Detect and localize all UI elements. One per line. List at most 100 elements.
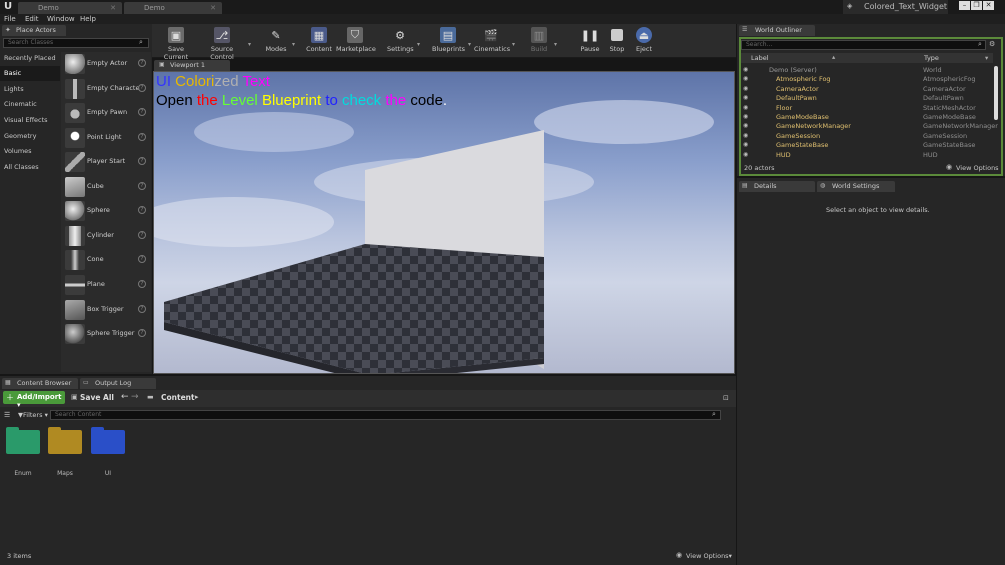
help-icon[interactable]: ? — [138, 305, 146, 313]
tab-world-settings[interactable]: World Settings — [817, 181, 895, 192]
outliner-view-options[interactable]: View Options — [956, 164, 999, 172]
settings-button[interactable]: ⚙ Settings ▾ — [387, 27, 420, 57]
save-current-button[interactable]: ▣ Save Current — [157, 27, 195, 61]
actor-item[interactable]: Cube? — [61, 175, 151, 199]
tab-content-browser[interactable]: Content Browser — [2, 378, 78, 389]
forward-arrow-icon[interactable]: → — [131, 392, 139, 402]
category-lights[interactable]: Lights — [0, 82, 60, 97]
content-button[interactable]: ▦ Content — [306, 27, 332, 57]
category-visual-effects[interactable]: Visual Effects — [0, 113, 60, 128]
search-classes-input[interactable]: Search Classes — [3, 38, 149, 48]
eye-icon[interactable]: ◉ — [743, 104, 748, 111]
level-viewport[interactable]: UI Colorized Text Open the Level Bluepri… — [153, 71, 735, 374]
eye-icon[interactable]: ◉ — [743, 151, 748, 158]
actor-item[interactable]: Player Start? — [61, 150, 151, 174]
view-settings-icon[interactable]: ⚙ — [989, 40, 995, 48]
outliner-row[interactable]: ◉ DefaultPawn DefaultPawn — [741, 94, 993, 103]
eye-icon[interactable]: ◉ — [743, 141, 748, 148]
chevron-down-icon[interactable]: ▾ — [417, 41, 420, 48]
content-view-options[interactable]: View Options▾ — [686, 552, 732, 560]
actor-item[interactable]: Plane? — [61, 273, 151, 297]
outliner-row[interactable]: ◉ HUD HUD — [741, 151, 993, 160]
category-recently-placed[interactable]: Recently Placed — [0, 51, 60, 66]
chevron-down-icon[interactable]: ▾ — [248, 41, 251, 48]
help-icon[interactable]: ? — [138, 108, 146, 116]
category-all-classes[interactable]: All Classes — [0, 160, 60, 175]
save-all-button[interactable]: Save All — [80, 393, 114, 402]
category-volumes[interactable]: Volumes — [0, 144, 60, 159]
eye-icon[interactable]: ◉ — [743, 122, 748, 129]
chevron-down-icon[interactable]: ▾ — [292, 41, 295, 48]
chevron-down-icon[interactable]: ▾ — [512, 41, 515, 48]
menu-help[interactable]: Help — [80, 15, 96, 23]
maximize-button[interactable]: ❐ — [971, 1, 982, 10]
help-icon[interactable]: ? — [138, 206, 146, 214]
actor-item[interactable]: Cylinder? — [61, 224, 151, 248]
help-icon[interactable]: ? — [138, 255, 146, 263]
folder-ui[interactable] — [91, 427, 125, 454]
chevron-right-icon[interactable]: ▸ — [195, 393, 199, 401]
modes-button[interactable]: ✎ Modes ▾ — [264, 27, 295, 57]
tab-demo-1[interactable]: Demo ✕ — [18, 2, 122, 14]
outliner-row[interactable]: ◉ GameModeBase GameModeBase — [741, 113, 993, 122]
outliner-scrollbar[interactable] — [994, 66, 998, 120]
actor-item[interactable]: Empty Characte? — [61, 77, 151, 101]
actor-item[interactable]: Empty Pawn? — [61, 101, 151, 125]
tab-viewport-1[interactable]: Viewport 1 — [154, 60, 230, 71]
help-icon[interactable]: ? — [138, 280, 146, 288]
close-icon[interactable]: ✕ — [110, 4, 116, 12]
menu-edit[interactable]: Edit — [25, 15, 39, 23]
outliner-row[interactable]: ◉ CameraActor CameraActor — [741, 85, 993, 94]
outliner-row[interactable]: ◉ Demo (Server) World — [741, 66, 993, 75]
chevron-down-icon[interactable]: ▾ — [985, 54, 988, 62]
close-icon[interactable]: ✕ — [210, 4, 216, 12]
actor-item[interactable]: Cone? — [61, 248, 151, 272]
eye-icon[interactable]: ◉ — [743, 132, 748, 139]
eye-icon[interactable]: ◉ — [743, 66, 748, 73]
lock-icon[interactable]: ⊡ — [723, 394, 729, 402]
help-icon[interactable]: ? — [138, 157, 146, 165]
search-icon[interactable]: ⌕ — [139, 38, 143, 47]
outliner-search-input[interactable]: Search... — [741, 40, 986, 50]
help-icon[interactable]: ? — [138, 182, 146, 190]
outliner-row[interactable]: ◉ GameNetworkManager GameNetworkManager — [741, 122, 998, 131]
tab-demo-2[interactable]: Demo ✕ — [124, 2, 222, 14]
column-label[interactable]: Label — [751, 54, 769, 62]
actor-item[interactable]: Empty Actor? — [61, 52, 151, 76]
actor-item[interactable]: Point Light? — [61, 126, 151, 150]
cinematics-button[interactable]: 🎬 Cinematics ▾ — [474, 27, 515, 57]
help-icon[interactable]: ? — [138, 231, 146, 239]
folder-maps[interactable] — [48, 427, 82, 454]
minimize-button[interactable]: – — [959, 1, 970, 10]
tab-place-actors[interactable]: Place Actors — [2, 25, 66, 36]
help-icon[interactable]: ? — [138, 133, 146, 141]
sources-toggle-icon[interactable]: ☰ — [4, 411, 10, 419]
tab-output-log[interactable]: Output Log — [80, 378, 156, 389]
outliner-row[interactable]: ◉ GameStateBase GameStateBase — [741, 141, 993, 150]
actor-item[interactable]: Sphere? — [61, 199, 151, 223]
back-arrow-icon[interactable]: ← — [121, 392, 129, 402]
build-button[interactable]: ▥ Build ▾ — [528, 27, 557, 57]
breadcrumb-content[interactable]: Content — [161, 393, 195, 402]
help-icon[interactable]: ? — [138, 329, 146, 337]
tab-details[interactable]: Details — [739, 181, 815, 192]
column-type[interactable]: Type — [924, 54, 939, 62]
outliner-row[interactable]: ◉ Atmospheric Fog AtmosphericFog — [741, 75, 993, 84]
chevron-down-icon[interactable]: ▾ — [554, 41, 557, 48]
actor-item[interactable]: Sphere Trigger? — [61, 322, 151, 346]
source-control-button[interactable]: ⎇ Source Control ▾ — [200, 27, 251, 61]
category-basic[interactable]: Basic — [0, 66, 60, 81]
eject-button[interactable]: ⏏ Eject — [633, 27, 655, 57]
marketplace-button[interactable]: ⛉ Marketplace — [336, 27, 376, 57]
stop-button[interactable]: Stop — [606, 27, 628, 57]
eye-icon[interactable]: ◉ — [743, 113, 748, 120]
chevron-down-icon[interactable]: ▾ — [468, 41, 471, 48]
category-geometry[interactable]: Geometry — [0, 129, 60, 144]
filters-button[interactable]: ▼Filters ▾ — [18, 411, 48, 419]
eye-icon[interactable]: ◉ — [743, 94, 748, 101]
outliner-row[interactable]: ◉ Floor StaticMeshActor — [741, 104, 993, 113]
tab-world-outliner[interactable]: World Outliner — [739, 25, 815, 36]
folder-enum[interactable] — [6, 427, 40, 454]
menu-file[interactable]: File — [4, 15, 16, 23]
pause-button[interactable]: ❚❚ Pause — [579, 27, 601, 57]
